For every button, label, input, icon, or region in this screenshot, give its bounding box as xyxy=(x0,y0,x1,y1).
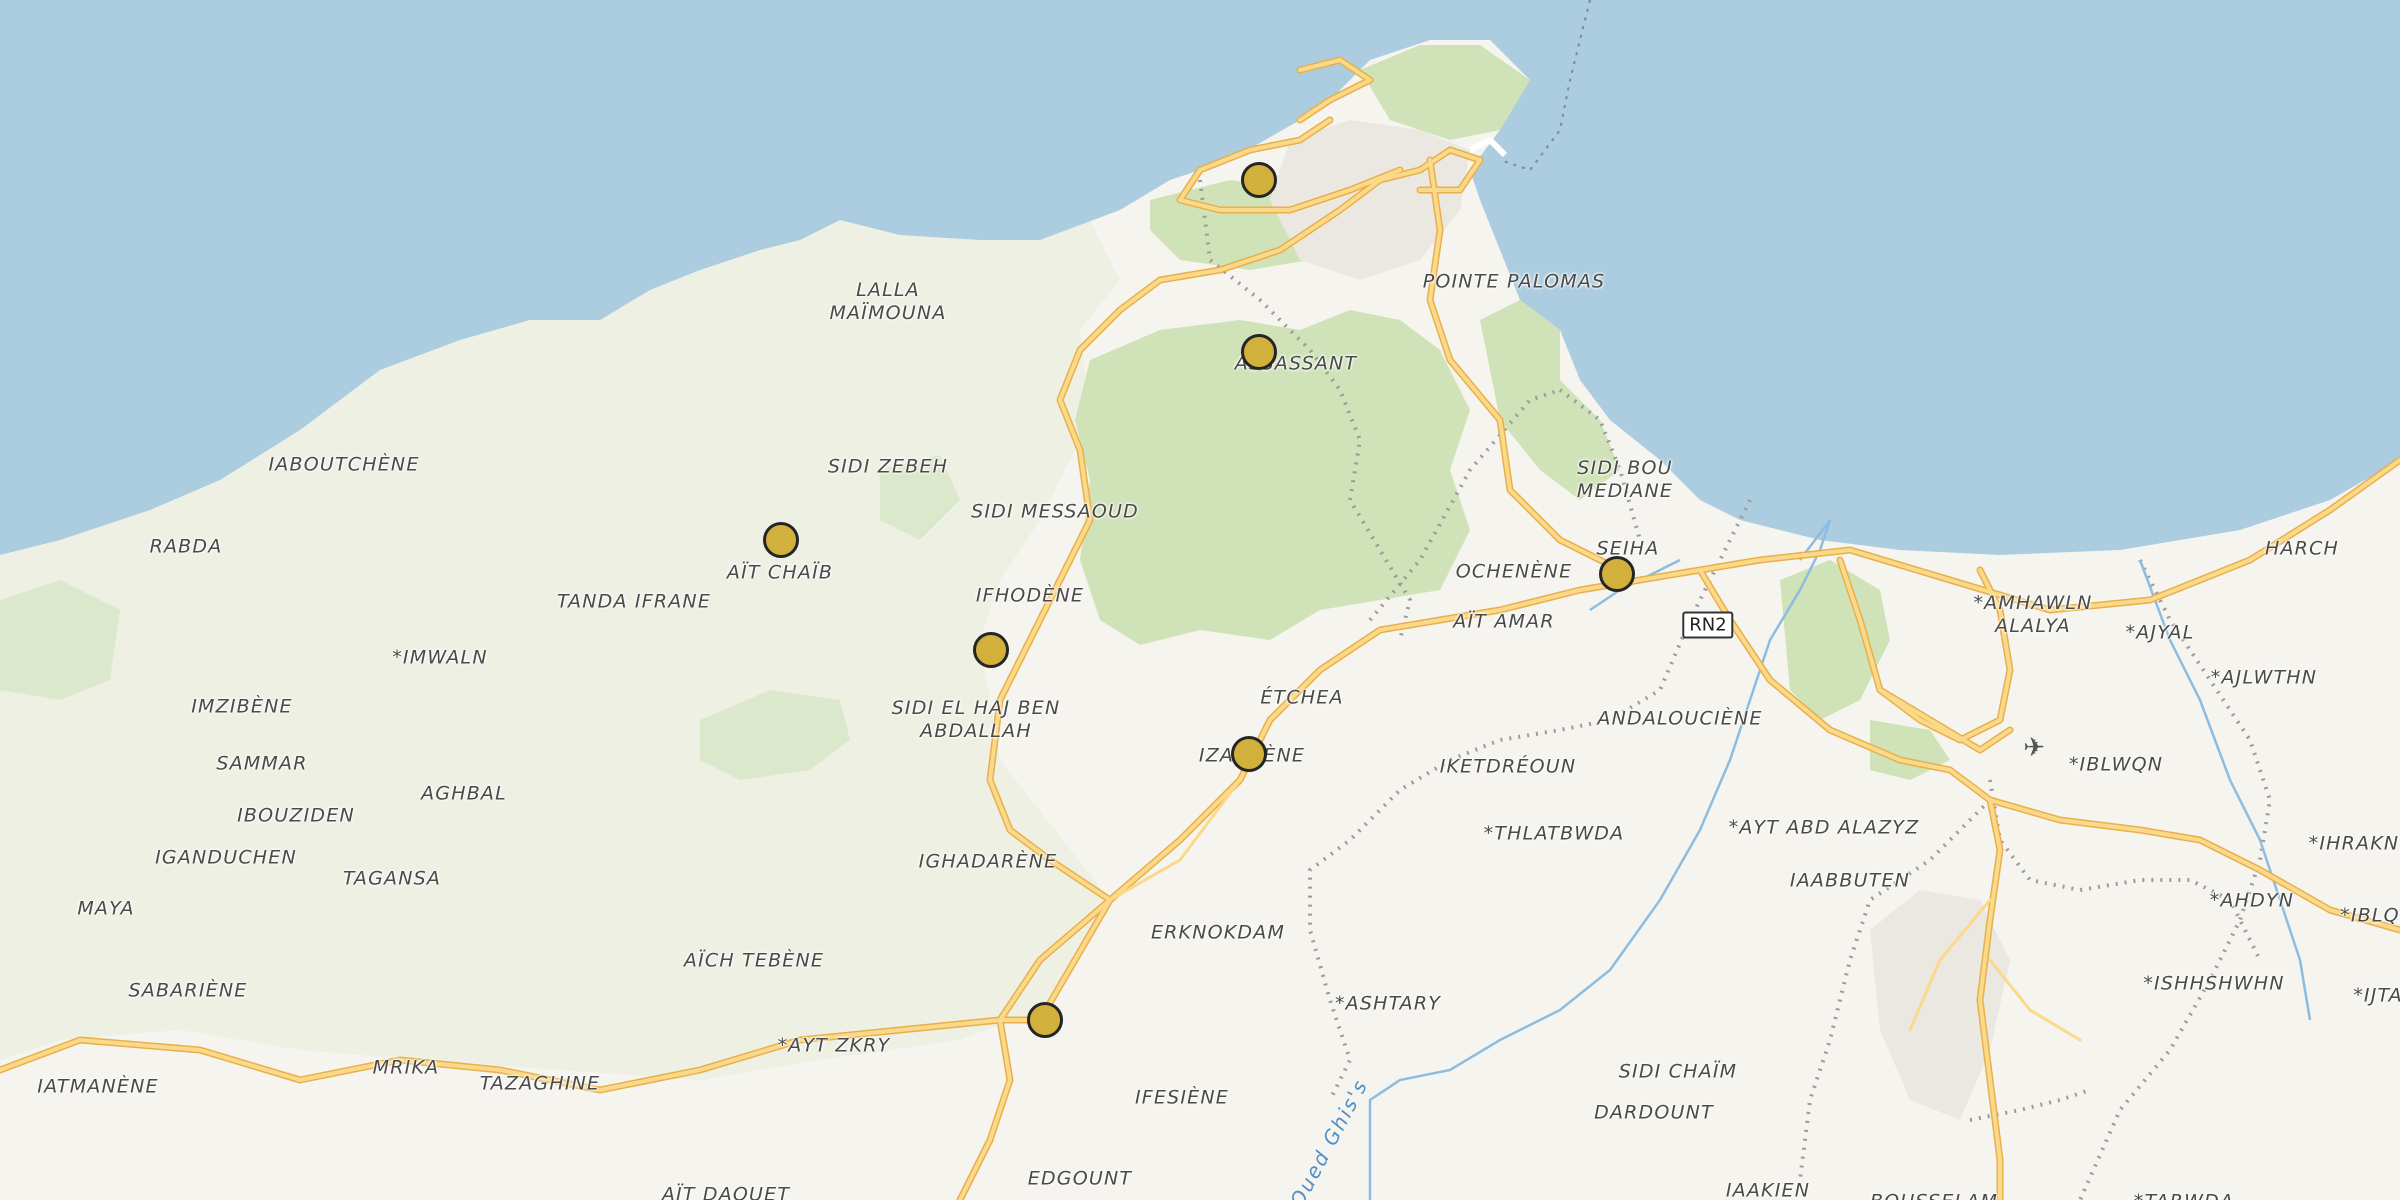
road-shield-rn2[interactable]: RN2 xyxy=(1682,611,1734,639)
map-marker[interactable] xyxy=(973,632,1009,668)
map[interactable]: LALLA MAÏMOUNA POINTE PALOMAS ASSASSANT IAB… xyxy=(0,0,2400,1200)
place-label: TANDA IFRANE xyxy=(556,590,712,613)
place-label: IABOUTCHÈNE xyxy=(268,453,420,476)
place-label: AGHBAL xyxy=(421,782,507,805)
place-label: AÏT AMAR xyxy=(1453,610,1555,633)
place-label: *AMHAWLN ALALYA xyxy=(1973,592,2093,637)
place-label: MAYA xyxy=(77,897,135,920)
place-label: *IMWALN xyxy=(392,646,488,669)
place-label: SIDI EL HAJ BEN ABDALLAH xyxy=(891,697,1061,742)
place-label: MRIKA xyxy=(372,1056,440,1079)
place-label: *AJLWTHN xyxy=(2210,666,2318,689)
place-label: LALLA MAÏMOUNA xyxy=(829,279,947,324)
place-label: *IJTA xyxy=(2353,984,2400,1007)
place-label: AÏCH TEBÈNE xyxy=(683,949,825,972)
place-label: RABDA xyxy=(149,535,223,558)
place-label: *IBLQ xyxy=(2340,904,2400,927)
place-label: IAAKIEN xyxy=(1725,1179,1811,1200)
place-label: DARDOUNT xyxy=(1594,1101,1714,1124)
place-label: *ASHTARY xyxy=(1334,992,1442,1015)
map-marker[interactable] xyxy=(1599,556,1635,592)
place-label: IATMANÈNE xyxy=(37,1075,159,1098)
place-label: SIDI ZEBEH xyxy=(827,455,949,478)
place-label: HARCH xyxy=(2264,537,2340,560)
place-label: IGHADARÈNE xyxy=(918,850,1058,873)
place-label: *AYT ZKRY xyxy=(777,1034,891,1057)
place-label: IMZIBÈNE xyxy=(191,695,293,718)
place-label: SAMMAR xyxy=(216,752,308,775)
place-label: ÉTCHEA xyxy=(1260,686,1344,709)
place-label: SABARIÈNE xyxy=(128,979,248,1002)
place-label: TAZAGHINE xyxy=(479,1072,601,1095)
place-label: IFHODÈNE xyxy=(975,584,1085,607)
place-label: IAABBUTEN xyxy=(1789,869,1911,892)
place-label: IKETDRÉOUN xyxy=(1439,755,1577,778)
place-label: SIDI CHAÏM xyxy=(1618,1060,1738,1083)
place-label: TAGANSA xyxy=(342,867,442,890)
place-label: ANDALOUCIÈNE xyxy=(1597,707,1763,730)
place-label: OCHENÈNE xyxy=(1455,560,1573,583)
place-label: *THLATBWDA xyxy=(1483,822,1625,845)
place-label: AÏT DAOUET xyxy=(661,1183,791,1200)
map-marker[interactable] xyxy=(1027,1002,1063,1038)
place-label: POINTE PALOMAS xyxy=(1422,270,1606,293)
place-label: EDGOUNT xyxy=(1027,1167,1133,1190)
place-label: *ISHHSHWHN xyxy=(2143,972,2285,995)
place-label: *AJYAL xyxy=(2125,621,2195,644)
place-label: *AHDYN xyxy=(2209,889,2295,912)
place-label: IFESIÈNE xyxy=(1134,1086,1230,1109)
place-label: *IBLWQN xyxy=(2068,753,2164,776)
place-label: SIDI MESSAOUD xyxy=(971,500,1139,523)
place-label: *AYT ABD ALAZYZ xyxy=(1728,816,1920,839)
map-marker[interactable] xyxy=(1241,162,1277,198)
place-label: BOUSSELAM xyxy=(1870,1191,1998,1200)
map-marker[interactable] xyxy=(763,522,799,558)
map-marker[interactable] xyxy=(1231,736,1267,772)
place-label: IGANDUCHEN xyxy=(155,846,297,869)
place-label: ERKNOKDAM xyxy=(1150,921,1286,944)
place-label: *IHRAKN xyxy=(2308,832,2400,855)
place-label: *TARWDA xyxy=(2134,1191,2234,1200)
place-label: SIDI BOU MEDIANE xyxy=(1576,457,1674,502)
map-marker[interactable] xyxy=(1241,334,1277,370)
airplane-icon[interactable]: ✈ xyxy=(2023,733,2045,763)
place-label: IBOUZIDEN xyxy=(237,804,355,827)
place-label: SEIHA xyxy=(1596,537,1660,560)
place-label: AÏT CHAÏB xyxy=(726,561,834,584)
